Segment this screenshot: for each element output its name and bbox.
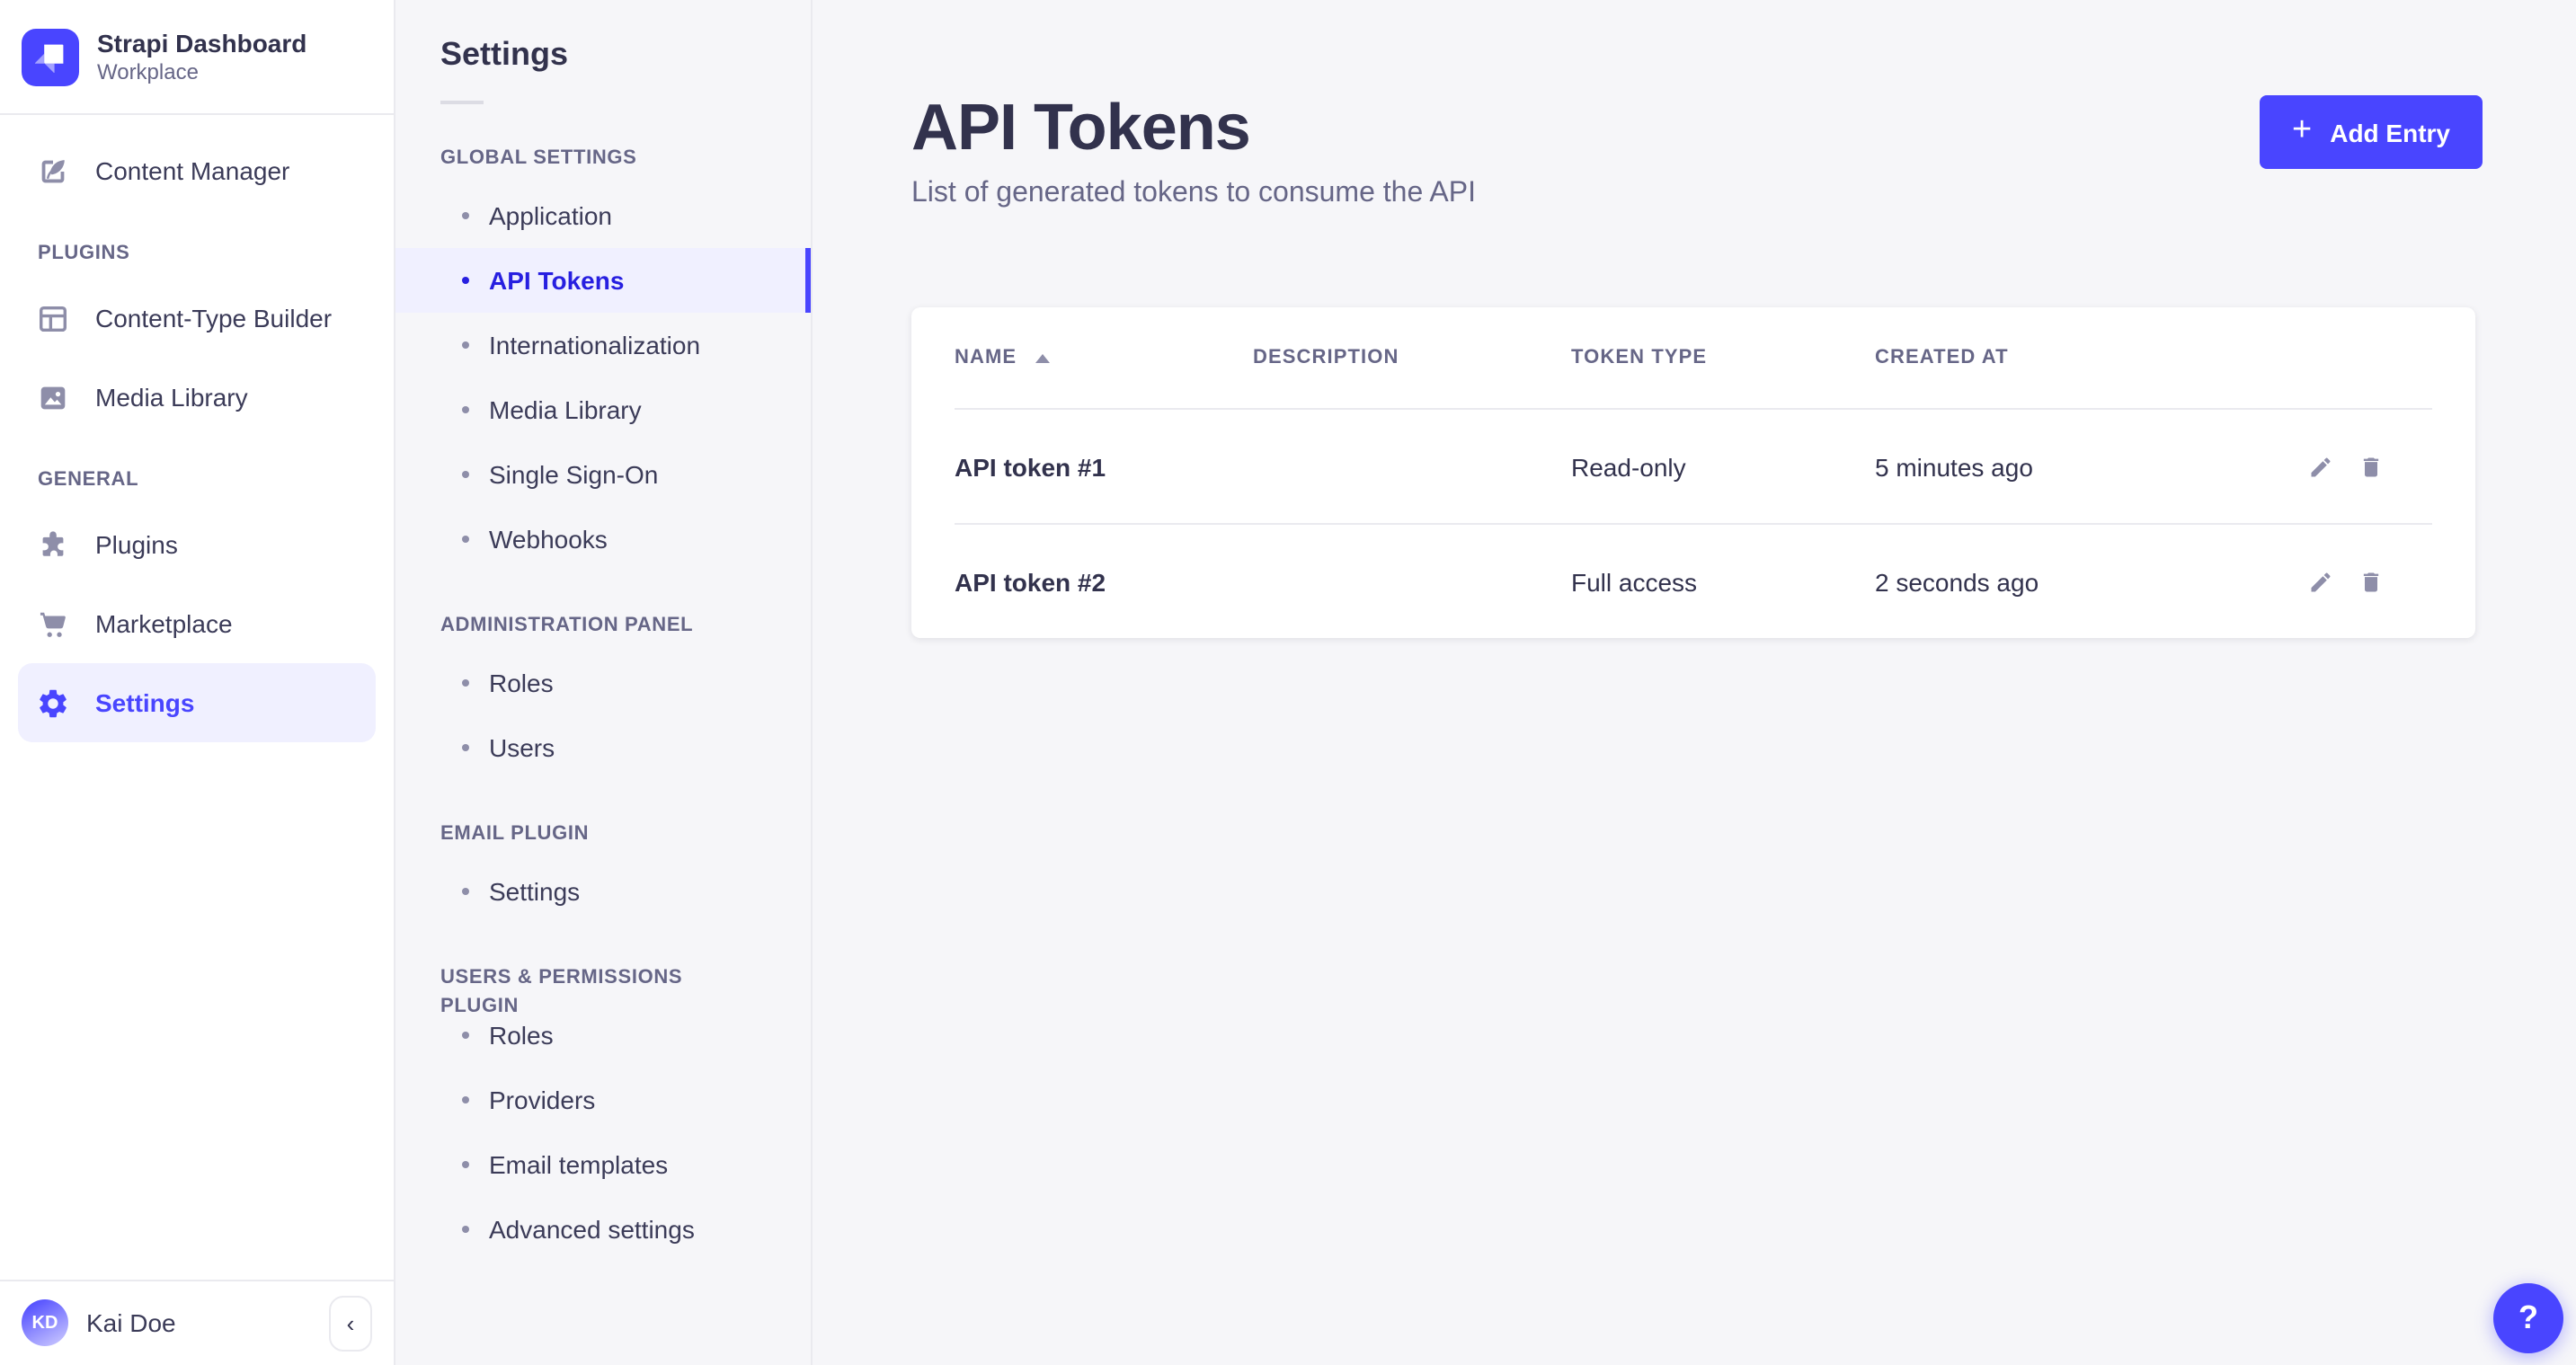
trash-icon [2358,569,2384,594]
token-type: Full access [1571,567,1875,596]
subnav-group-label: USERS & PERMISSIONS PLUGIN [395,963,811,992]
subnav-group-users-permissions-plugin: USERS & PERMISSIONS PLUGIN Roles Provide… [395,963,811,1262]
edit-button[interactable] [2308,454,2333,479]
subnav-group-label: GLOBAL SETTINGS [395,144,811,173]
token-created-at: 5 minutes ago [1875,452,2234,481]
media-library-icon [36,380,70,414]
main-content: API Tokens List of generated tokens to c… [813,0,2576,1365]
content-type-builder-icon [36,301,70,335]
sidebar-item-settings[interactable]: Settings [18,663,376,742]
settings-subnav: Settings GLOBAL SETTINGS Application API… [395,0,813,1365]
table-row[interactable]: API token #2 Full access 2 seconds ago [911,525,2475,638]
help-button[interactable]: ? [2493,1283,2563,1353]
column-header-description: DESCRIPTION [1253,347,1571,368]
subnav-item-webhooks[interactable]: Webhooks [395,507,811,572]
chevron-left-icon: ‹ [347,1309,355,1336]
plus-icon: + [2292,113,2312,147]
edit-button[interactable] [2308,569,2333,594]
table-header-row: NAME DESCRIPTION TOKEN TYPE CREATED AT [911,307,2475,408]
pencil-icon [2308,569,2333,594]
column-header-name[interactable]: NAME [955,347,1253,368]
token-name: API token #1 [955,452,1253,481]
add-entry-button[interactable]: + Add Entry [2260,95,2483,169]
table-row[interactable]: API token #1 Read-only 5 minutes ago [911,410,2475,523]
subnav-group-email-plugin: EMAIL PLUGIN Settings [395,820,811,924]
sidebar-item-label: Settings [95,688,194,717]
delete-button[interactable] [2358,569,2384,594]
sidebar-nav: Content Manager PLUGINS Content-Type Bui… [0,115,394,1279]
sidebar-item-content-type-builder[interactable]: Content-Type Builder [18,279,376,358]
sidebar-item-label: Content Manager [95,156,289,185]
subnav-divider [440,101,484,104]
subnav-group-global-settings: GLOBAL SETTINGS Application API Tokens I… [395,144,811,572]
subnav-item-media-library[interactable]: Media Library [395,377,811,442]
content-manager-icon [36,154,70,188]
api-tokens-table: NAME DESCRIPTION TOKEN TYPE CREATED AT A… [911,307,2475,638]
column-header-token-type: TOKEN TYPE [1571,347,1875,368]
subnav-item-application[interactable]: Application [395,183,811,248]
strapi-logo-icon [22,28,79,85]
marketplace-icon [36,607,70,641]
row-actions [2234,454,2432,479]
sidebar-item-label: Plugins [95,530,178,559]
workspace-title: Strapi Dashboard [97,28,306,58]
sidebar-item-label: Content-Type Builder [95,304,332,332]
app-window: Strapi Dashboard Workplace Content Manag… [0,0,2576,1365]
sidebar-item-label: Media Library [95,383,248,412]
subnav-item-up-advanced-settings[interactable]: Advanced settings [395,1197,811,1262]
trash-icon [2358,454,2384,479]
page-subtitle: List of generated tokens to consume the … [911,178,2576,210]
plugins-icon [36,527,70,562]
subnav-group-label: ADMINISTRATION PANEL [395,611,811,640]
add-entry-label: Add Entry [2330,118,2450,146]
subnav-item-single-sign-on[interactable]: Single Sign-On [395,442,811,507]
token-created-at: 2 seconds ago [1875,567,2234,596]
sidebar-item-content-manager[interactable]: Content Manager [18,131,376,210]
subnav-item-up-email-templates[interactable]: Email templates [395,1132,811,1197]
subnav-title: Settings [395,36,811,74]
sidebar-item-marketplace[interactable]: Marketplace [18,584,376,663]
token-type: Read-only [1571,452,1875,481]
settings-icon [36,686,70,720]
subnav-item-email-settings[interactable]: Settings [395,859,811,924]
sidebar-item-plugins[interactable]: Plugins [18,505,376,584]
sort-ascending-icon [1035,353,1049,362]
column-header-created-at: CREATED AT [1875,347,2234,368]
user-avatar: KD [22,1299,68,1346]
subnav-item-up-providers[interactable]: Providers [395,1068,811,1132]
collapse-sidebar-button[interactable]: ‹ [329,1295,372,1351]
subnav-item-api-tokens[interactable]: API Tokens [395,248,811,313]
question-mark-icon: ? [2518,1299,2538,1337]
subnav-group-administration-panel: ADMINISTRATION PANEL Roles Users [395,611,811,780]
subnav-item-internationalization[interactable]: Internationalization [395,313,811,377]
row-actions [2234,569,2432,594]
token-name: API token #2 [955,567,1253,596]
sidebar-section-general: GENERAL [0,469,394,491]
sidebar-footer: KD Kai Doe ‹ [0,1279,394,1365]
subnav-item-admin-roles[interactable]: Roles [395,651,811,715]
workspace-brand[interactable]: Strapi Dashboard Workplace [0,0,394,115]
sidebar-item-media-library[interactable]: Media Library [18,358,376,437]
subnav-group-label: EMAIL PLUGIN [395,820,811,848]
main-sidebar: Strapi Dashboard Workplace Content Manag… [0,0,395,1365]
sidebar-item-label: Marketplace [95,609,233,638]
subnav-item-up-roles[interactable]: Roles [395,1003,811,1068]
workspace-subtitle: Workplace [97,58,306,85]
subnav-item-admin-users[interactable]: Users [395,715,811,780]
user-name: Kai Doe [86,1308,311,1337]
sidebar-section-plugins: PLUGINS [0,243,394,264]
pencil-icon [2308,454,2333,479]
delete-button[interactable] [2358,454,2384,479]
